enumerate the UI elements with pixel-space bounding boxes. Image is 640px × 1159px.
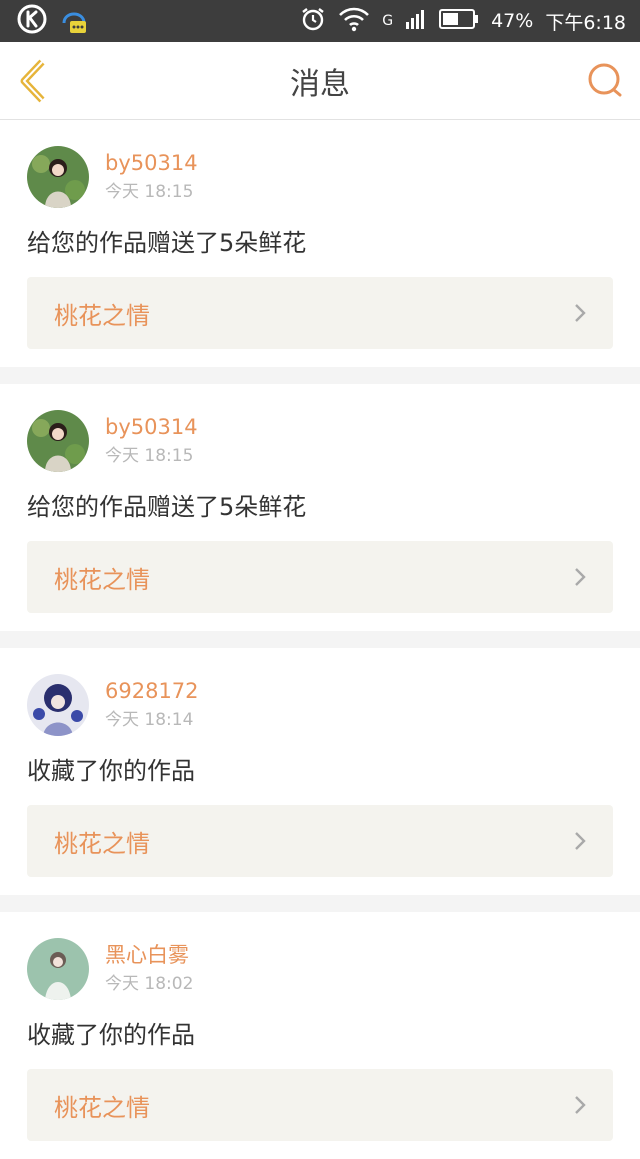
search-button[interactable] <box>586 62 624 100</box>
wifi-icon <box>338 6 370 36</box>
back-button[interactable] <box>14 58 54 104</box>
chevron-right-icon <box>575 832 586 850</box>
alarm-icon <box>300 6 326 36</box>
work-title: 桃花之情 <box>54 301 150 330</box>
message-action: 收藏了你的作品 <box>27 1021 195 1049</box>
message-time: 今天 18:15 <box>105 182 194 202</box>
work-link[interactable]: 桃花之情 <box>27 541 613 613</box>
username[interactable]: by50314 <box>105 414 198 440</box>
chevron-right-icon <box>575 1096 586 1114</box>
status-bar: G 47% 下午6:18 <box>0 0 640 42</box>
battery-percent: 47% <box>491 10 534 32</box>
work-title: 桃花之情 <box>54 829 150 858</box>
page-title: 消息 <box>290 66 350 102</box>
work-link[interactable]: 桃花之情 <box>27 1069 613 1141</box>
work-title: 桃花之情 <box>54 565 150 594</box>
avatar[interactable] <box>27 146 89 208</box>
message-time: 今天 18:15 <box>105 446 194 466</box>
message-action: 给您的作品赠送了5朵鲜花 <box>27 493 307 521</box>
status-time: 下午6:18 <box>545 11 626 34</box>
chevron-left-icon <box>20 59 45 103</box>
message-card: by50314 今天 18:15 给您的作品赠送了5朵鲜花 桃花之情 <box>0 120 640 367</box>
message-card: 黑心白雾 今天 18:02 收藏了你的作品 桃花之情 <box>0 912 640 1159</box>
avatar[interactable] <box>27 938 89 1000</box>
search-icon <box>588 63 622 97</box>
avatar[interactable] <box>27 674 89 736</box>
message-card: 6928172 今天 18:14 收藏了你的作品 桃花之情 <box>0 648 640 895</box>
chevron-right-icon <box>575 568 586 586</box>
chat-app-icon <box>60 3 90 39</box>
network-type: G <box>382 13 394 29</box>
username[interactable]: by50314 <box>105 150 198 176</box>
username[interactable]: 6928172 <box>105 678 199 704</box>
message-action: 给您的作品赠送了5朵鲜花 <box>27 229 307 257</box>
message-time: 今天 18:14 <box>105 710 194 730</box>
message-action: 收藏了你的作品 <box>27 757 195 785</box>
work-link[interactable]: 桃花之情 <box>27 277 613 349</box>
message-time: 今天 18:02 <box>105 974 194 994</box>
nav-bar: 消息 <box>0 42 640 120</box>
work-title: 桃花之情 <box>54 1093 150 1122</box>
k-app-icon <box>16 3 48 39</box>
username[interactable]: 黑心白雾 <box>105 942 193 968</box>
battery-icon <box>439 8 479 34</box>
message-list: by50314 今天 18:15 给您的作品赠送了5朵鲜花 桃花之情 by503… <box>0 120 640 1159</box>
avatar[interactable] <box>27 410 89 472</box>
signal-icon <box>405 8 427 34</box>
chevron-right-icon <box>575 304 586 322</box>
message-card: by50314 今天 18:15 给您的作品赠送了5朵鲜花 桃花之情 <box>0 384 640 631</box>
work-link[interactable]: 桃花之情 <box>27 805 613 877</box>
